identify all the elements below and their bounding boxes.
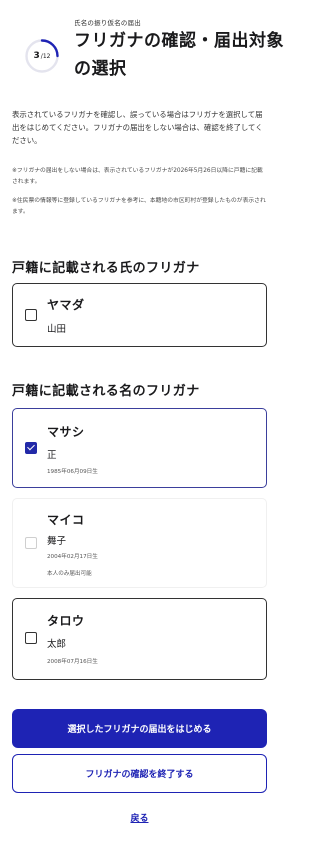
surname-kanji: 山田 xyxy=(47,324,67,335)
given-name-kanji: 舞子 xyxy=(47,536,67,547)
step-header: 氏名の振り仮名の届出 3/12 フリガナの確認・届出対象の選択 xyxy=(12,0,284,92)
note-deadline: ※フリガナの届出をしない場合は、表示されているフリガナが2026年5月26日以降… xyxy=(12,168,263,185)
procedure-name: 氏名の振り仮名の届出 xyxy=(74,19,141,27)
given-name-section-heading: 戸籍に記載される名のフリガナ xyxy=(12,384,200,399)
surname-kana: ヤマダ xyxy=(47,298,85,312)
given-name-card-taro[interactable]: タロウ 太郎 2008年07月16日生 xyxy=(12,598,267,680)
birth-date: 2008年07月16日生 xyxy=(47,659,98,665)
page: 氏名の振り仮名の届出 3/12 フリガナの確認・届出対象の選択 表示されているフ… xyxy=(0,0,284,860)
given-name-checkbox[interactable] xyxy=(25,442,37,454)
page-title: フリガナの確認・届出対象の選択 xyxy=(74,31,284,79)
surname-section-heading: 戸籍に記載される氏のフリガナ xyxy=(12,261,200,276)
given-name-kanji: 正 xyxy=(47,450,57,461)
birth-date: 1985年06月09日生 xyxy=(47,469,98,475)
given-name-checkbox[interactable] xyxy=(25,632,37,644)
note-source: ※住民票の情報等に登録しているフリガナを参考に、本籍地の市区町村が登録したものが… xyxy=(12,198,266,215)
restriction-note: 本人のみ届出可能 xyxy=(47,571,92,577)
birth-date: 2004年02月17日生 xyxy=(47,554,98,560)
given-name-card-masashi[interactable]: マサシ 正 1985年06月09日生 xyxy=(12,408,267,488)
start-filing-button[interactable]: 選択したフリガナの届出をはじめる xyxy=(12,709,267,748)
surname-checkbox[interactable] xyxy=(25,309,37,321)
end-confirmation-button[interactable]: フリガナの確認を終了する xyxy=(12,754,267,793)
back-link[interactable]: 戻る xyxy=(0,811,279,824)
given-name-kana: マサシ xyxy=(47,425,85,439)
intro-text: 表示されているフリガナを確認し、誤っている場合はフリガナを選択して届出をはじめて… xyxy=(12,110,263,145)
given-name-checkbox-disabled xyxy=(25,537,37,549)
given-name-kana: マイコ xyxy=(47,513,85,527)
surname-card[interactable]: ヤマダ 山田 xyxy=(12,283,267,347)
step-total: /12 xyxy=(40,52,51,60)
step-current: 3 xyxy=(33,51,40,61)
step-counter: 3/12 xyxy=(24,38,60,74)
given-name-kana: タロウ xyxy=(47,614,85,628)
given-name-card-maiko: マイコ 舞子 2004年02月17日生 本人のみ届出可能 xyxy=(12,498,267,588)
given-name-kanji: 太郎 xyxy=(47,639,67,650)
